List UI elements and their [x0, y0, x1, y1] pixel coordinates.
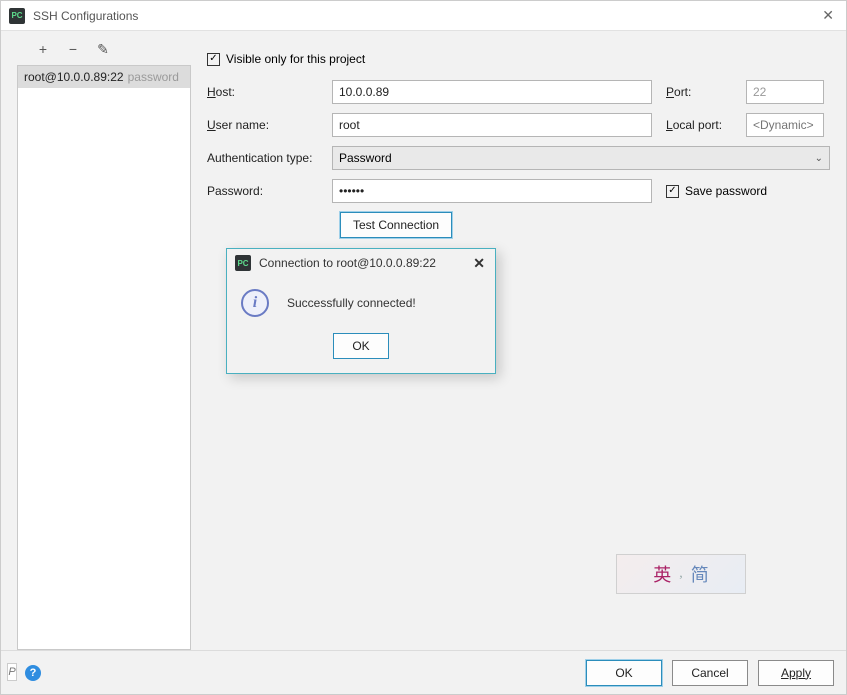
test-connection-button[interactable]: Test Connection [340, 212, 452, 238]
window-title: SSH Configurations [33, 9, 818, 23]
edit-icon[interactable]: ✎ [95, 41, 111, 57]
test-row: Test Connection [207, 212, 830, 238]
visible-only-checkbox[interactable]: ✓ [207, 53, 220, 66]
config-item-label: root@10.0.0.89:22 [24, 70, 124, 84]
add-icon[interactable]: + [35, 41, 51, 57]
config-item-suffix: password [128, 70, 179, 84]
dialog-footer: OK [227, 325, 495, 373]
auth-type-select[interactable]: Password ⌄ [332, 146, 830, 170]
host-row: Host: Port: [207, 80, 830, 104]
ssh-config-window: PC SSH Configurations ✕ + − ✎ root@10.0.… [0, 0, 847, 695]
info-icon: i [241, 289, 269, 317]
cancel-button[interactable]: Cancel [672, 660, 748, 686]
app-icon: PC [9, 8, 25, 24]
dialog-footer: P ? OK Cancel Apply [1, 650, 846, 694]
ime-lang-a: 英 [653, 561, 671, 587]
host-input[interactable] [332, 80, 652, 104]
save-password-label: Save password [685, 184, 767, 198]
dialog-title: Connection to root@10.0.0.89:22 [259, 256, 471, 270]
help-icon[interactable]: ? [25, 665, 41, 681]
titlebar: PC SSH Configurations ✕ [1, 1, 846, 31]
dialog-close-icon[interactable]: ✕ [471, 255, 487, 272]
config-list: root@10.0.0.89:22 password [17, 65, 191, 650]
localport-label: Local port: [666, 118, 746, 132]
visible-only-row: ✓ Visible only for this project [207, 47, 830, 71]
save-password-wrap: ✓ Save password [666, 184, 767, 198]
dialog-body: i Successfully connected! [227, 277, 495, 325]
password-label: Password: [207, 184, 332, 198]
port-label: Port: [666, 85, 746, 99]
localport-input[interactable] [746, 113, 824, 137]
port-input[interactable] [746, 80, 824, 104]
host-label: Host: [207, 85, 332, 99]
user-input[interactable] [332, 113, 652, 137]
connection-result-dialog: PC Connection to root@10.0.0.89:22 ✕ i S… [226, 248, 496, 374]
p-badge: P [7, 663, 17, 681]
password-input[interactable] [332, 179, 652, 203]
config-list-item[interactable]: root@10.0.0.89:22 password [18, 66, 190, 88]
chevron-down-icon: ⌄ [815, 153, 823, 164]
ime-indicator[interactable]: 英 , 简 [616, 554, 746, 594]
auth-row: Authentication type: Password ⌄ [207, 146, 830, 170]
ok-button[interactable]: OK [586, 660, 662, 686]
auth-label: Authentication type: [207, 151, 332, 165]
ime-lang-b: 简 [691, 561, 709, 587]
password-row: Password: ✓ Save password [207, 179, 830, 203]
visible-only-label: Visible only for this project [226, 52, 365, 66]
user-row: User name: Local port: [207, 113, 830, 137]
dialog-message: Successfully connected! [287, 296, 416, 310]
sidebar-panel: + − ✎ root@10.0.0.89:22 password [1, 39, 191, 650]
dialog-app-icon: PC [235, 255, 251, 271]
dialog-titlebar: PC Connection to root@10.0.0.89:22 ✕ [227, 249, 495, 277]
auth-type-value: Password [339, 151, 392, 165]
user-label: User name: [207, 118, 332, 132]
apply-button[interactable]: Apply [758, 660, 834, 686]
footer-buttons: OK Cancel Apply [586, 660, 834, 686]
dialog-ok-button[interactable]: OK [333, 333, 389, 359]
save-password-checkbox[interactable]: ✓ [666, 185, 679, 198]
ime-sep: , [679, 566, 683, 582]
close-icon[interactable]: ✕ [818, 7, 838, 24]
sidebar-toolbar: + − ✎ [17, 39, 191, 63]
remove-icon[interactable]: − [65, 41, 81, 57]
